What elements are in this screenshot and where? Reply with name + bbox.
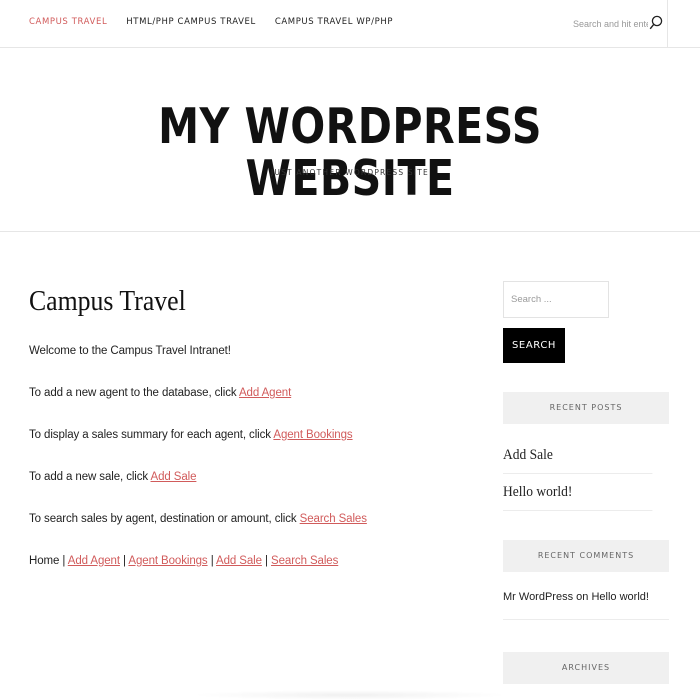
main-content: Campus Travel Welcome to the Campus Trav…	[29, 285, 469, 593]
nav-item-campus-travel[interactable]: CAMPUS TRAVEL	[29, 17, 107, 27]
welcome-text: Welcome to the Campus Travel Intranet!	[29, 345, 231, 357]
comment-on-text: on	[576, 591, 589, 603]
comment-author[interactable]: Mr WordPress	[503, 591, 573, 603]
separator: |	[210, 555, 214, 567]
footer-add-sale-link[interactable]: Add Sale	[216, 555, 262, 567]
recent-posts-heading: RECENT POSTS	[503, 392, 669, 424]
add-agent-link[interactable]: Add Agent	[239, 387, 291, 399]
footer-add-agent-link[interactable]: Add Agent	[68, 555, 120, 567]
search-sales-line: To search sales by agent, destination or…	[29, 509, 469, 529]
search-icon[interactable]	[649, 15, 663, 30]
page-title: Campus Travel	[29, 286, 186, 317]
sidebar: SEARCH RECENT POSTS Add Sale Hello world…	[503, 281, 669, 684]
archives-heading: ARCHIVES	[503, 652, 669, 684]
recent-post-hello-world[interactable]: Hello world!	[503, 474, 653, 511]
separator: |	[123, 555, 126, 567]
agent-bookings-link[interactable]: Agent Bookings	[273, 429, 352, 441]
bottom-shadow	[190, 690, 510, 700]
entry-content: Welcome to the Campus Travel Intranet! T…	[29, 341, 469, 571]
comment-post-link[interactable]: Hello world!	[591, 591, 648, 603]
recent-post-add-sale[interactable]: Add Sale	[503, 437, 653, 474]
footer-search-sales-link[interactable]: Search Sales	[271, 555, 338, 567]
search-sales-link[interactable]: Search Sales	[300, 513, 367, 525]
recent-comment-item: Mr WordPress on Hello world!	[503, 587, 669, 620]
footer-links: Home | Add Agent | Agent Bookings | Add …	[29, 551, 469, 571]
separator: |	[265, 555, 268, 567]
top-navigation-bar: CAMPUS TRAVEL HTML/PHP CAMPUS TRAVEL CAM…	[0, 0, 700, 48]
recent-comments-heading: RECENT COMMENTS	[503, 540, 669, 572]
line-text: To search sales by agent, destination or…	[29, 513, 300, 525]
site-title[interactable]: MY WORDPRESS WEBSITE	[56, 101, 644, 205]
sidebar-search-input[interactable]	[503, 281, 609, 318]
line-text: To display a sales summary for each agen…	[29, 429, 274, 441]
footer-agent-bookings-link[interactable]: Agent Bookings	[128, 555, 207, 567]
add-sale-line: To add a new sale, click Add Sale	[29, 467, 469, 487]
topbar-divider	[667, 0, 668, 48]
home-text: Home	[29, 555, 60, 567]
site-header: MY WORDPRESS WEBSITE JUST ANOTHER WORDPR…	[0, 48, 700, 232]
recent-posts-list: Add Sale Hello world!	[503, 437, 669, 511]
separator: |	[62, 555, 66, 567]
line-text: To add a new agent to the database, clic…	[29, 387, 239, 399]
add-agent-line: To add a new agent to the database, clic…	[29, 383, 469, 403]
primary-menu: CAMPUS TRAVEL HTML/PHP CAMPUS TRAVEL CAM…	[29, 17, 393, 27]
add-sale-link[interactable]: Add Sale	[151, 471, 197, 483]
nav-item-html-php-campus-travel[interactable]: HTML/PHP CAMPUS TRAVEL	[126, 17, 256, 27]
sidebar-search-button[interactable]: SEARCH	[503, 328, 565, 363]
line-text: To add a new sale, click	[29, 471, 151, 483]
site-tagline: JUST ANOTHER WORDPRESS SITE	[270, 168, 429, 177]
nav-item-campus-travel-wp-php[interactable]: CAMPUS TRAVEL WP/PHP	[275, 17, 393, 27]
top-search-input[interactable]	[573, 17, 648, 31]
agent-bookings-line: To display a sales summary for each agen…	[29, 425, 469, 445]
